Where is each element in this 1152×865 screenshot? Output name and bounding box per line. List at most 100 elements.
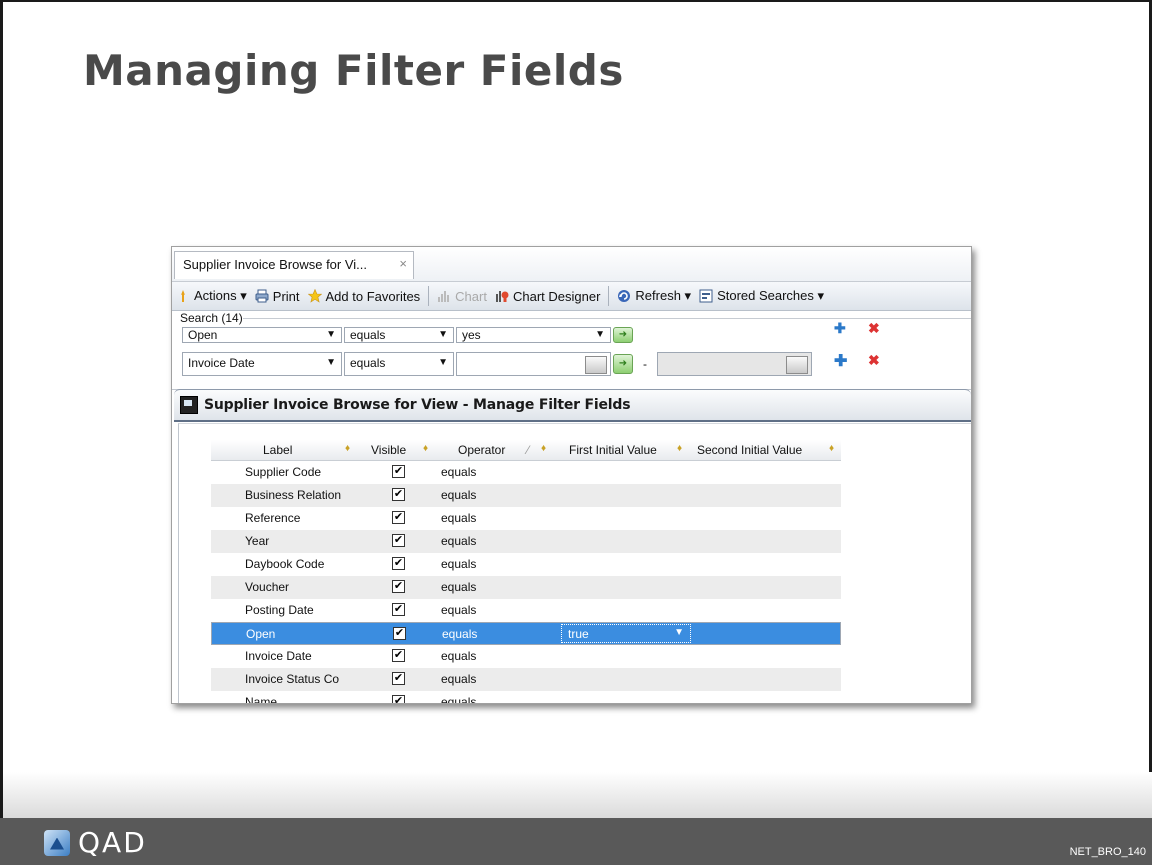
- tab-label: Supplier Invoice Browse for Vi...: [183, 257, 368, 272]
- row-operator[interactable]: equals: [441, 465, 476, 479]
- filter-value-select[interactable]: yes ▼: [456, 327, 611, 343]
- chart-label: Chart: [455, 288, 487, 304]
- toolbar-separator: [608, 286, 610, 306]
- toolbar-separator: [428, 286, 430, 306]
- date-range-separator: -: [643, 357, 647, 371]
- qad-logo: QAD: [44, 826, 147, 859]
- row-operator[interactable]: equals: [441, 534, 476, 548]
- table-row[interactable]: Invoice Date ✔ equals: [211, 645, 841, 668]
- add-to-favorites-label: Add to Favorites: [325, 288, 421, 304]
- visible-checkbox[interactable]: ✔: [392, 580, 405, 593]
- visible-checkbox[interactable]: ✔: [392, 488, 405, 501]
- slide-code: NET_BRO_140: [1069, 846, 1146, 858]
- row-operator[interactable]: equals: [441, 557, 476, 571]
- row-operator[interactable]: equals: [441, 649, 476, 663]
- table-row[interactable]: Name ✔ equals: [211, 691, 841, 703]
- table-row[interactable]: Supplier Code ✔ equals: [211, 461, 841, 484]
- row-operator[interactable]: equals: [441, 695, 476, 703]
- table-row[interactable]: Posting Date ✔ equals: [211, 599, 841, 622]
- print-label: Print: [272, 288, 300, 304]
- tab-supplier-invoice-browse[interactable]: Supplier Invoice Browse for Vi... ×: [174, 251, 414, 279]
- column-header-visible[interactable]: Visible: [371, 443, 406, 457]
- visible-checkbox[interactable]: ✔: [392, 672, 405, 685]
- table-row[interactable]: Reference ✔ equals: [211, 507, 841, 530]
- sort-indicator-icon: ⁄: [527, 443, 530, 457]
- date-from-input[interactable]: [456, 352, 611, 376]
- row-operator[interactable]: equals: [441, 603, 476, 617]
- row-label: Daybook Code: [245, 557, 325, 571]
- footer-fade: [3, 772, 1152, 820]
- apply-filter-icon[interactable]: ➜: [613, 327, 633, 343]
- row-operator[interactable]: equals: [441, 511, 476, 525]
- table-row[interactable]: Business Relation ✔ equals: [211, 484, 841, 507]
- actions-icon: [181, 290, 185, 302]
- add-to-favorites-button[interactable]: Add to Favorites: [307, 288, 421, 304]
- stored-searches-button[interactable]: Stored Searches ▾: [699, 288, 824, 304]
- chart-button[interactable]: Chart: [437, 289, 487, 304]
- visible-checkbox[interactable]: ✔: [392, 511, 405, 524]
- row-operator[interactable]: equals: [441, 580, 476, 594]
- print-button[interactable]: Print: [255, 289, 300, 304]
- visible-checkbox[interactable]: ✔: [392, 557, 405, 570]
- table-row-selected[interactable]: Open ✔ equals true ▼: [211, 622, 841, 645]
- filter-field-select[interactable]: Open ▼: [182, 327, 342, 343]
- column-header-second-initial-value[interactable]: Second Initial Value: [697, 443, 802, 457]
- refresh-button[interactable]: Refresh ▾: [617, 288, 691, 304]
- actions-button[interactable]: Actions ▾: [176, 288, 247, 304]
- dropdown-arrow-icon: ▼: [326, 357, 336, 368]
- dropdown-arrow-icon: ▼: [438, 357, 448, 368]
- pin-icon[interactable]: ♦: [541, 443, 546, 454]
- table-row[interactable]: Voucher ✔ equals: [211, 576, 841, 599]
- pin-icon[interactable]: ♦: [345, 443, 350, 454]
- first-initial-value-select[interactable]: true ▼: [561, 624, 691, 643]
- row-operator[interactable]: equals: [442, 627, 477, 641]
- table-row[interactable]: Daybook Code ✔ equals: [211, 553, 841, 576]
- dropdown-arrow-icon: ▼: [595, 329, 605, 340]
- grid-header: Label ♦ Visible ♦ Operator ⁄ ♦ First Ini…: [211, 440, 841, 461]
- filter-operator-select[interactable]: equals ▼: [344, 327, 454, 343]
- filter-value: yes: [462, 328, 481, 342]
- row-label: Posting Date: [245, 603, 314, 617]
- pin-icon[interactable]: ♦: [423, 443, 428, 454]
- close-icon[interactable]: ×: [399, 256, 407, 271]
- calendar-icon[interactable]: [786, 356, 808, 374]
- column-header-operator[interactable]: Operator: [458, 443, 505, 457]
- row-operator[interactable]: equals: [441, 488, 476, 502]
- remove-filter-icon[interactable]: ✖: [868, 352, 880, 369]
- app-window: Supplier Invoice Browse for Vi... × Acti…: [171, 246, 972, 704]
- pin-icon[interactable]: ♦: [677, 443, 682, 454]
- dropdown-arrow-icon: ▼: [326, 329, 336, 340]
- row-label: Open: [246, 627, 276, 641]
- visible-checkbox[interactable]: ✔: [392, 695, 405, 703]
- visible-checkbox[interactable]: ✔: [392, 465, 405, 478]
- filter-operator-select[interactable]: equals ▼: [344, 352, 454, 376]
- column-header-label[interactable]: Label: [263, 443, 292, 457]
- filter-field-select[interactable]: Invoice Date ▼: [182, 352, 342, 376]
- calendar-icon[interactable]: [585, 356, 607, 374]
- search-divider: [242, 318, 971, 319]
- date-to-input[interactable]: [657, 352, 812, 376]
- row-operator[interactable]: equals: [441, 672, 476, 686]
- row-label: Business Relation: [245, 488, 342, 502]
- row-label: Voucher: [245, 580, 290, 594]
- refresh-label: Refresh ▾: [635, 288, 692, 303]
- column-header-first-initial-value[interactable]: First Initial Value: [569, 443, 657, 457]
- table-row[interactable]: Invoice Status Co ✔ equals: [211, 668, 841, 691]
- search-panel: Search (14) Open ▼ equals ▼ yes ▼ ➜ ✚ ✖ Inv…: [172, 311, 971, 390]
- add-filter-icon[interactable]: ✚: [834, 320, 846, 337]
- chart-designer-button[interactable]: Chart Designer: [495, 289, 600, 304]
- visible-checkbox[interactable]: ✔: [393, 627, 406, 640]
- visible-checkbox[interactable]: ✔: [392, 649, 405, 662]
- apply-filter-icon[interactable]: ➜: [613, 354, 633, 374]
- table-row[interactable]: Year ✔ equals: [211, 530, 841, 553]
- pin-icon[interactable]: ♦: [829, 443, 834, 454]
- row-label: Invoice Date: [245, 649, 312, 663]
- remove-filter-icon[interactable]: ✖: [868, 320, 880, 337]
- actions-label: Actions ▾: [194, 288, 247, 303]
- visible-checkbox[interactable]: ✔: [392, 603, 405, 616]
- visible-checkbox[interactable]: ✔: [392, 534, 405, 547]
- stored-searches-icon: [699, 289, 713, 303]
- add-filter-icon[interactable]: ✚: [834, 351, 847, 371]
- refresh-icon: [618, 290, 631, 302]
- filter-row-open: Open ▼ equals ▼ yes ▼ ➜: [182, 322, 633, 348]
